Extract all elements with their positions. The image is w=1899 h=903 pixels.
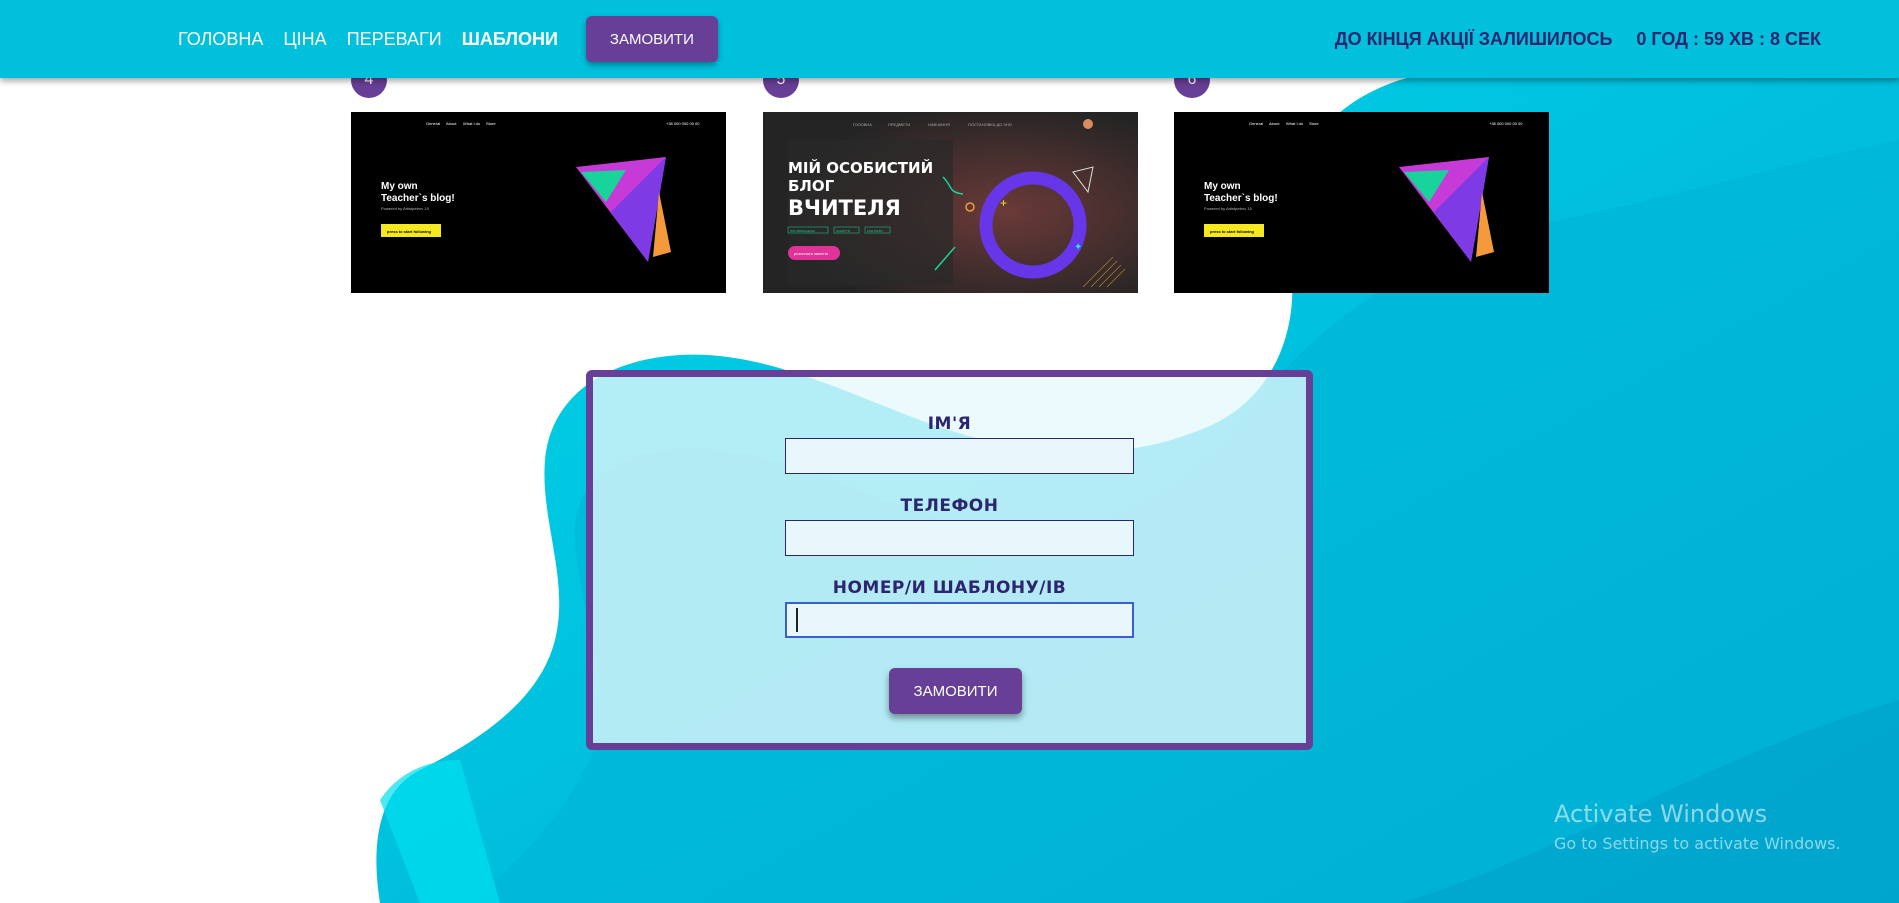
template-nav-item: General: [426, 121, 440, 126]
template-nav-item: ПОСТАНОВКА ДО ЗНО: [968, 122, 1012, 127]
template-nav-item: About: [1269, 121, 1280, 126]
template-preview-image[interactable]: ГОЛОВНА ПРЕДМЕТИ НАВЧАННЯ ПОСТАНОВКА ДО …: [763, 112, 1138, 293]
template-tag: ЗАНЯТТЯ: [836, 229, 850, 233]
nav-order-button[interactable]: ЗАМОВИТИ: [585, 16, 718, 62]
template-heading-line: БЛОГ: [788, 177, 835, 195]
template-nav-item: What I do: [1286, 121, 1304, 126]
template-nav-item: ГОЛОВНА: [853, 122, 872, 127]
order-form: ІМ'Я ТЕЛЕФОН НОМЕР/И ШАБЛОНУ/ІВ ЗАМОВИТИ: [586, 370, 1313, 750]
svg-text:+: +: [1000, 196, 1007, 210]
template-nav-item: ПРЕДМЕТИ: [888, 122, 910, 127]
countdown-label: ДО КІНЦЯ АКЦІЇ ЗАЛИШИЛОСЬ: [1334, 28, 1613, 49]
template-cta: press to start following: [387, 229, 432, 234]
countdown-timer: 0 ГОД : 59 ХВ : 8 СЕК: [1636, 28, 1821, 49]
template-tag: ПРО ВИКЛАДАЧА: [790, 229, 815, 233]
template-nav-item: Store: [1309, 121, 1319, 126]
activate-windows-watermark: Activate Windows Go to Settings to activ…: [1554, 800, 1841, 853]
name-label: ІМ'Я: [927, 414, 972, 434]
nav-link-price[interactable]: ЦІНА: [283, 29, 326, 50]
top-navbar: ГОЛОВНА ЦІНА ПЕРЕВАГИ ШАБЛОНИ ЗАМОВИТИ Д…: [0, 0, 1899, 78]
nav-links: ГОЛОВНА ЦІНА ПЕРЕВАГИ ШАБЛОНИ ЗАМОВИТИ: [178, 0, 718, 78]
template-cta: розпочати заняття: [794, 251, 828, 256]
submit-order-button[interactable]: ЗАМОВИТИ: [889, 668, 1022, 714]
template-heading-line: МІЙ ОСОБИСТИЙ: [788, 158, 933, 177]
template-heading-line: My own: [1204, 181, 1241, 192]
watermark-subtitle: Go to Settings to activate Windows.: [1554, 834, 1841, 853]
template-subtitle: Powered by Artistpetrov 15: [1204, 206, 1253, 211]
template-nav-item: General: [1249, 121, 1263, 126]
promo-countdown: ДО КІНЦЯ АКЦІЇ ЗАЛИШИЛОСЬ 0 ГОД : 59 ХВ …: [1335, 0, 1821, 78]
template-nav-item: НАВЧАННЯ: [928, 122, 950, 127]
template-preview-image[interactable]: General About What I do Store +38 000 00…: [1174, 112, 1549, 293]
template-nav-item: About: [446, 121, 457, 126]
template-nav-item: Store: [486, 121, 496, 126]
template-heading-line: My own: [381, 181, 418, 192]
template-cta: press to start following: [1210, 229, 1255, 234]
nav-link-templates[interactable]: ШАБЛОНИ: [462, 29, 558, 50]
phone-label: ТЕЛЕФОН: [900, 496, 999, 516]
template-tag: КОНТАКТИ: [867, 229, 883, 233]
template-heading-line: ВЧИТЕЛЯ: [788, 196, 901, 220]
svg-text:✦: ✦: [1074, 242, 1082, 253]
template-heading-line: Teacher`s blog!: [1204, 193, 1278, 204]
text-caret: [796, 608, 798, 632]
template-heading-line: Teacher`s blog!: [381, 193, 455, 204]
template-preview-image[interactable]: General About What I do Store +38 000 00…: [351, 112, 726, 293]
nav-link-home[interactable]: ГОЛОВНА: [178, 29, 263, 50]
template-phone: +38 000 000 00 00: [1489, 121, 1523, 126]
template-subtitle: Powered by Artistpetrov 15: [381, 206, 430, 211]
nav-link-advantages[interactable]: ПЕРЕВАГИ: [347, 29, 442, 50]
template-phone: +38 000 000 00 00: [666, 121, 700, 126]
template-number-label: НОМЕР/И ШАБЛОНУ/ІВ: [832, 578, 1067, 598]
phone-input[interactable]: [785, 520, 1134, 556]
template-number-input[interactable]: [785, 602, 1134, 638]
watermark-title: Activate Windows: [1554, 800, 1768, 828]
name-input[interactable]: [785, 438, 1134, 474]
template-nav-item: What I do: [463, 121, 481, 126]
